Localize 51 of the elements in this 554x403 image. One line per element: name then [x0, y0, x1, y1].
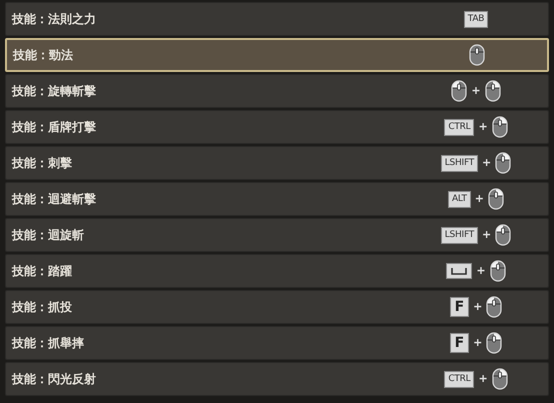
skill-row[interactable]: 技能：盾牌打擊 CTRL +: [5, 110, 549, 144]
plus-sign: +: [474, 190, 484, 207]
skill-label: 技能：抓投: [10, 299, 73, 316]
key-cap: F: [450, 297, 470, 317]
mouse-icon: [488, 188, 504, 210]
plus-sign: +: [471, 82, 481, 99]
mouse-icon: [486, 296, 502, 318]
skill-row[interactable]: 技能：踏躍 +: [5, 254, 549, 288]
key-cap: CTRL: [444, 118, 474, 136]
skill-label: 技能：閃光反射: [10, 371, 97, 388]
skill-label: 技能：踏躍: [10, 263, 73, 280]
key-cap: LSHIFT: [440, 226, 478, 244]
space-key-icon: [446, 263, 472, 279]
plus-sign: +: [476, 262, 486, 279]
mouse-icon: [486, 332, 502, 354]
key-cap: F: [450, 333, 470, 353]
plus-sign: +: [478, 370, 488, 387]
skill-label: 技能：迴避斬擊: [10, 191, 97, 208]
mouse-icon: [495, 224, 512, 246]
skill-row[interactable]: 技能：抓投 F +: [5, 290, 549, 324]
skill-row[interactable]: 技能：刺擊 LSHIFT +: [5, 146, 549, 180]
mouse-icon: [469, 44, 485, 66]
skill-row[interactable]: 技能：勁法: [5, 38, 549, 72]
key-cap: CTRL: [444, 370, 474, 388]
skill-label: 技能：旋轉斬擊: [10, 83, 97, 100]
skill-label: 技能：勁法: [12, 47, 74, 64]
mouse-icon: [484, 80, 501, 102]
skill-label: 技能：盾牌打擊: [10, 119, 97, 136]
mouse-icon: [492, 116, 508, 138]
skill-label: 技能：抓舉摔: [10, 335, 85, 352]
plus-sign: +: [473, 334, 482, 351]
mouse-icon: [490, 260, 506, 282]
mouse-icon: [492, 368, 508, 390]
plus-sign: +: [473, 298, 482, 315]
skill-row[interactable]: 技能：迴旋斬 LSHIFT +: [5, 218, 549, 252]
skill-label: 技能：迴旋斬: [10, 227, 85, 244]
key-cap: LSHIFT: [440, 154, 478, 172]
skill-row[interactable]: 技能：旋轉斬擊 +: [5, 74, 549, 108]
skill-label: 技能：刺擊: [10, 155, 73, 172]
plus-sign: +: [478, 118, 488, 135]
mouse-icon: [495, 152, 512, 174]
skill-label: 技能：法則之力: [10, 11, 97, 28]
plus-sign: +: [482, 226, 492, 243]
skill-row[interactable]: 技能：迴避斬擊 ALT +: [5, 182, 549, 216]
skill-row[interactable]: 技能：抓舉摔 F +: [5, 326, 549, 360]
skill-row[interactable]: 技能：閃光反射 CTRL +: [5, 362, 549, 396]
plus-sign: +: [482, 154, 492, 171]
mouse-icon: [451, 80, 468, 102]
key-cap: TAB: [464, 10, 488, 28]
skill-row[interactable]: 技能：法則之力 TAB: [5, 2, 549, 36]
key-cap: ALT: [448, 190, 471, 208]
